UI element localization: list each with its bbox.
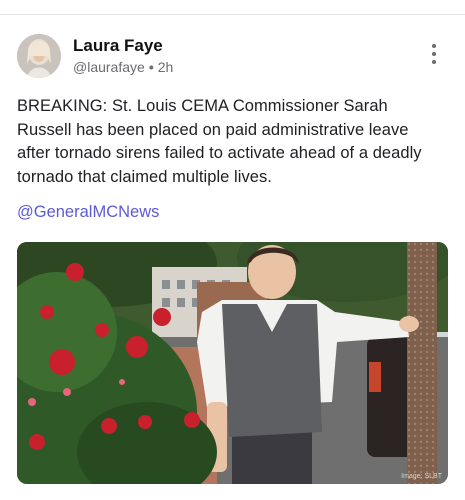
post-time[interactable]: 2h bbox=[158, 59, 174, 75]
more-vertical-icon bbox=[432, 44, 436, 48]
image-credit: Image: SLBT bbox=[401, 473, 442, 480]
meta-separator: • bbox=[148, 59, 154, 75]
more-options-button[interactable] bbox=[426, 44, 442, 68]
avatar[interactable] bbox=[17, 34, 61, 78]
top-divider bbox=[0, 14, 465, 15]
post-text: BREAKING: St. Louis CEMA Commissioner Sa… bbox=[17, 97, 422, 186]
author-meta: @laurafaye • 2h bbox=[73, 59, 173, 75]
photo-scene bbox=[17, 242, 448, 484]
avatar-photo bbox=[17, 34, 61, 78]
author-handle[interactable]: @laurafaye bbox=[73, 59, 145, 75]
post-image[interactable]: Image: SLBT bbox=[17, 242, 448, 484]
author-name[interactable]: Laura Faye bbox=[73, 36, 163, 56]
mention-link[interactable]: @GeneralMCNews bbox=[17, 203, 159, 222]
